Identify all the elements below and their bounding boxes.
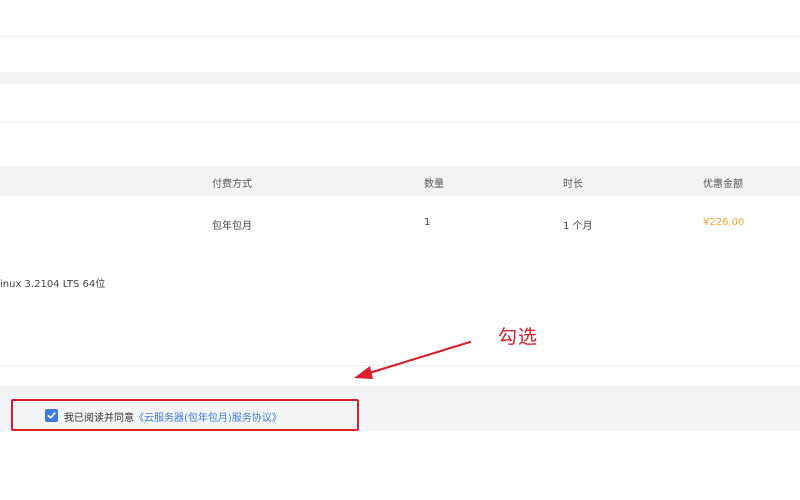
table-header [0, 166, 800, 196]
section-gap [0, 72, 800, 84]
column-header-duration: 时长 [563, 179, 583, 190]
divider [0, 36, 800, 37]
os-info: inux 3.2104 LTS 64位 [0, 279, 106, 290]
cell-payment: 包年包月 [212, 221, 252, 232]
column-header-discount: 优惠金额 [703, 179, 743, 190]
cell-duration: 1 个月 [563, 221, 593, 232]
arrow-icon [354, 340, 472, 379]
column-header-payment: 付费方式 [212, 179, 252, 190]
annotation-label: 勾选 [498, 326, 539, 348]
divider [0, 122, 800, 123]
highlight-box [11, 399, 359, 431]
cell-discount: ¥226.00 [703, 217, 745, 228]
column-header-quantity: 数量 [424, 179, 444, 190]
cell-quantity: 1 [424, 217, 431, 228]
